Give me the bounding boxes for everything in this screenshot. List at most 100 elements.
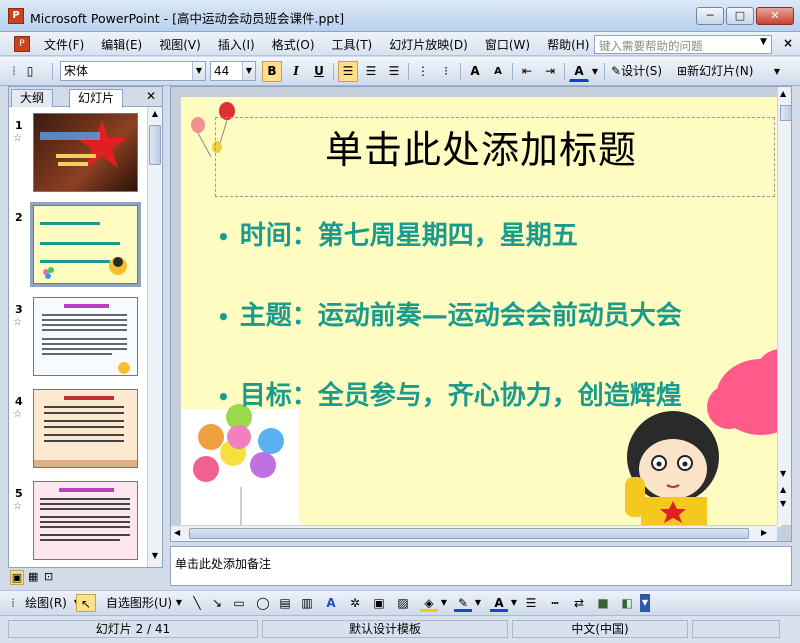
normal-view-icon[interactable]: ▣ — [10, 570, 24, 585]
scroll-down-icon[interactable]: ▼ — [780, 469, 786, 478]
menu-view[interactable]: 视图(V) — [159, 36, 201, 53]
slide-vertical-scrollbar[interactable]: ▲ ▼ ▲ ▼ — [777, 87, 791, 525]
fill-color-icon[interactable]: ◈ — [420, 594, 438, 612]
menu-window[interactable]: 窗口(W) — [485, 36, 530, 53]
chevron-down-icon[interactable]: ▼ — [474, 594, 482, 612]
bullet-item[interactable]: • 主题：运动前奏—运动会会前动员大会 — [217, 295, 682, 332]
notes-placeholder: 单击此处添加备注 — [175, 557, 272, 571]
autoshapes-button[interactable]: 自选图形(U) — [104, 594, 174, 612]
shadow-style-icon[interactable]: ■ — [594, 594, 612, 612]
close-button[interactable]: ✕ — [756, 7, 794, 25]
align-center-icon[interactable]: ☰ — [361, 61, 381, 82]
toolbar-options-icon[interactable]: ▼ — [640, 594, 650, 612]
select-pointer-icon[interactable]: ↖ — [76, 594, 96, 612]
scroll-down-icon[interactable]: ▼ — [149, 551, 161, 563]
menu-help[interactable]: 帮助(H) — [547, 36, 589, 53]
increase-indent-icon[interactable]: ⇥ — [540, 61, 560, 82]
bullet-list-icon[interactable]: ⁝ — [436, 61, 456, 82]
scroll-up-icon[interactable]: ▲ — [149, 109, 161, 121]
slide-title[interactable]: 单击此处添加标题 — [181, 119, 781, 174]
menu-file[interactable]: 文件(F) — [44, 36, 84, 53]
minimize-button[interactable]: ─ — [696, 7, 724, 25]
scroll-up-icon[interactable]: ▲ — [780, 89, 786, 98]
slide-thumbnail-3[interactable] — [33, 297, 138, 376]
bullet-dot: • — [217, 305, 230, 329]
slide-thumbnail-4[interactable] — [33, 389, 138, 468]
menu-insert[interactable]: 插入(I) — [218, 36, 255, 53]
toolbar-options-icon[interactable]: ▼ — [770, 61, 784, 82]
slide-thumbnail-1[interactable] — [33, 113, 138, 192]
menu-format[interactable]: 格式(O) — [272, 36, 315, 53]
help-search-input[interactable]: 键入需要帮助的问题 — [594, 35, 772, 54]
scroll-left-icon[interactable]: ◀ — [174, 528, 180, 537]
font-select[interactable]: 宋体 ▼ — [60, 61, 206, 81]
chevron-down-icon[interactable]: ▼ — [192, 62, 205, 80]
arrow-style-icon[interactable]: ⇄ — [570, 594, 588, 612]
tab-slides[interactable]: 幻灯片 — [69, 89, 124, 108]
increase-font-icon[interactable]: A — [465, 61, 485, 82]
document-icon[interactable]: P — [14, 36, 30, 52]
scroll-thumb[interactable] — [149, 125, 161, 165]
menu-slideshow[interactable]: 幻灯片放映(D) — [389, 36, 468, 53]
numbered-list-icon[interactable]: ⋮ — [413, 61, 433, 82]
new-slide-button[interactable]: ⊞新幻灯片(N) — [676, 61, 764, 82]
previous-slide-icon[interactable]: ▲ — [780, 485, 786, 494]
menu-tools[interactable]: 工具(T) — [332, 36, 373, 53]
doc-close-icon[interactable]: × — [783, 36, 793, 50]
scroll-right-icon[interactable]: ▶ — [761, 528, 767, 537]
draw-menu-button[interactable]: 绘图(R) — [20, 594, 72, 612]
maximize-button[interactable]: □ — [726, 7, 754, 25]
scroll-thumb[interactable] — [780, 105, 791, 121]
chevron-down-icon[interactable]: ▼ — [242, 62, 255, 80]
new-document-icon[interactable]: ▯ — [20, 61, 40, 82]
slide-sorter-icon[interactable]: ▦ — [28, 570, 38, 583]
chevron-down-icon[interactable]: ▼ — [760, 37, 767, 47]
bullet-item[interactable]: • 时间：第七周星期四，星期五 — [217, 215, 578, 252]
wordart-icon[interactable]: A — [322, 594, 340, 612]
rectangle-tool-icon[interactable]: ▭ — [230, 594, 248, 612]
slide-horizontal-scrollbar[interactable]: ◀ ▶ — [171, 525, 777, 541]
line-style-icon[interactable]: ☰ — [522, 594, 540, 612]
thumbnails-scrollbar[interactable]: ▲ ▼ — [147, 107, 162, 567]
chevron-down-icon[interactable]: ▼ — [510, 594, 518, 612]
slide-canvas[interactable]: 单击此处添加标题 • 时间：第七周星期四，星期五 • 主题：运动前奏—运动会会前动员… — [181, 97, 781, 527]
3d-style-icon[interactable]: ◧ — [618, 594, 636, 612]
font-size-select[interactable]: 44 ▼ — [210, 61, 256, 81]
textbox-tool-icon[interactable]: ▤ — [276, 594, 294, 612]
slide-thumbnail-5[interactable] — [33, 481, 138, 560]
decrease-font-icon[interactable]: A — [488, 61, 508, 82]
picture-icon[interactable]: ▨ — [394, 594, 412, 612]
bullet-item[interactable]: • 目标：全员参与，齐心协力，创造辉煌 — [217, 375, 682, 412]
dash-style-icon[interactable]: ┅ — [546, 594, 564, 612]
align-right-icon[interactable]: ☰ — [384, 61, 404, 82]
new-slide-icon: ⊞ — [677, 64, 688, 78]
oval-tool-icon[interactable]: ◯ — [254, 594, 272, 612]
diagram-icon[interactable]: ✲ — [346, 594, 364, 612]
menu-edit[interactable]: 编辑(E) — [101, 36, 142, 53]
bold-button[interactable]: B — [262, 61, 282, 82]
vertical-textbox-icon[interactable]: ▥ — [298, 594, 316, 612]
font-color-icon[interactable]: A — [569, 61, 589, 82]
align-left-icon[interactable]: ☰ — [338, 61, 358, 82]
italic-button[interactable]: I — [286, 61, 306, 82]
tab-outline[interactable]: 大纲 — [11, 89, 54, 107]
chevron-down-icon[interactable]: ▼ — [174, 594, 184, 612]
chevron-down-icon[interactable]: ▼ — [440, 594, 448, 612]
underline-button[interactable]: U — [309, 61, 329, 82]
arrow-tool-icon[interactable]: ↘ — [208, 594, 226, 612]
notes-pane[interactable]: 单击此处添加备注 — [170, 546, 792, 586]
font-color-icon[interactable]: A — [490, 594, 508, 612]
slideshow-icon[interactable]: ⊡ — [44, 570, 53, 583]
next-slide-icon[interactable]: ▼ — [780, 499, 786, 508]
decrease-indent-icon[interactable]: ⇤ — [517, 61, 537, 82]
close-icon[interactable]: ✕ — [146, 89, 156, 103]
new-slide-label: 新幻灯片(N) — [687, 64, 754, 78]
line-tool-icon[interactable]: ╲ — [188, 594, 206, 612]
clipart-icon[interactable]: ▣ — [370, 594, 388, 612]
powerpoint-app-icon[interactable]: P — [8, 8, 24, 24]
scroll-thumb[interactable] — [189, 528, 749, 539]
chevron-down-icon[interactable]: ▼ — [590, 61, 600, 82]
slide-thumbnail-2[interactable] — [30, 202, 141, 287]
line-color-icon[interactable]: ✎ — [454, 594, 472, 612]
design-button[interactable]: ✎设计(S) — [610, 61, 672, 82]
